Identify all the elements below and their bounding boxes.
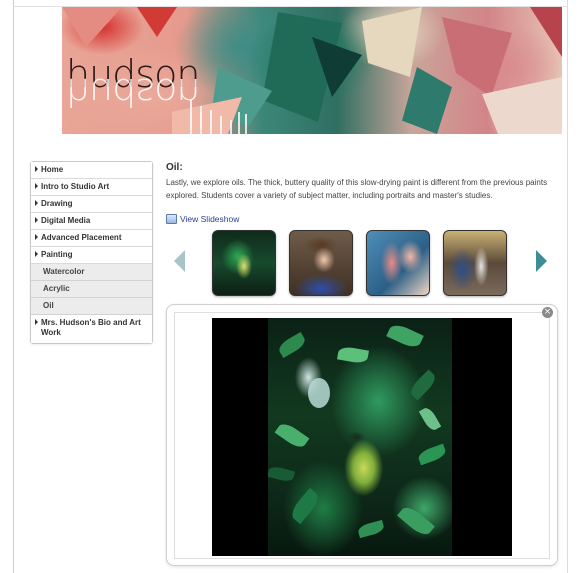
banner-decor xyxy=(190,100,192,134)
view-slideshow-label: View Slideshow xyxy=(180,214,240,224)
close-icon[interactable]: × xyxy=(542,307,553,318)
nav-item-label: Home xyxy=(41,165,64,174)
nav-subitem-label: Acrylic xyxy=(43,284,70,293)
nav-subitem-label: Watercolor xyxy=(43,267,85,276)
oil-painting-green-portrait xyxy=(268,318,452,556)
site-banner: hudson hudson xyxy=(62,7,562,134)
page-border-right xyxy=(567,0,568,573)
banner-title-reflection: hudson xyxy=(66,70,200,114)
nav-item-painting[interactable]: Painting xyxy=(31,247,152,264)
caret-right-icon xyxy=(35,166,38,172)
caret-right-icon xyxy=(35,234,38,240)
thumbnail-child-portrait[interactable] xyxy=(289,230,353,296)
thumbnail-figure-study[interactable] xyxy=(443,230,507,296)
banner-decor xyxy=(200,106,202,134)
nav-item-intro-studio-art[interactable]: Intro to Studio Art xyxy=(31,179,152,196)
nav-item-bio-art-work[interactable]: Mrs. Hudson's Bio and Art Work xyxy=(31,315,152,343)
nav-item-home[interactable]: Home xyxy=(31,162,152,179)
nav-item-label: Digital Media xyxy=(41,216,91,225)
nav-subitem-oil[interactable]: Oil xyxy=(31,298,152,315)
page-title: Oil: xyxy=(166,162,183,173)
thumbnail-green-foliage-portrait[interactable] xyxy=(212,230,276,296)
nav-item-advanced-placement[interactable]: Advanced Placement xyxy=(31,230,152,247)
caret-right-icon xyxy=(35,217,38,223)
banner-decor xyxy=(210,110,212,134)
banner-decor xyxy=(238,112,240,134)
nav-item-label: Intro to Studio Art xyxy=(41,182,110,191)
nav-subitem-acrylic[interactable]: Acrylic xyxy=(31,281,152,298)
banner-decor xyxy=(245,114,247,134)
page-border-left xyxy=(13,0,14,573)
page-description: Lastly, we explore oils. The thick, butt… xyxy=(166,178,548,200)
banner-decor xyxy=(220,116,222,134)
sidebar-nav: Home Intro to Studio Art Drawing Digital… xyxy=(30,161,153,344)
caret-right-icon xyxy=(35,183,38,189)
caret-right-icon xyxy=(35,200,38,206)
nav-item-digital-media[interactable]: Digital Media xyxy=(31,213,152,230)
nav-item-label: Mrs. Hudson's Bio and Art Work xyxy=(41,318,141,337)
slideshow-icon xyxy=(166,214,177,224)
caret-right-icon xyxy=(35,319,38,325)
arrow-left-icon[interactable] xyxy=(174,250,185,272)
main-image[interactable] xyxy=(212,318,512,556)
nav-item-label: Painting xyxy=(41,250,73,259)
nav-subitem-watercolor[interactable]: Watercolor xyxy=(31,264,152,281)
thumbnail-hand-study[interactable] xyxy=(366,230,430,296)
nav-item-label: Drawing xyxy=(41,199,73,208)
nav-item-label: Advanced Placement xyxy=(41,233,122,242)
nav-item-drawing[interactable]: Drawing xyxy=(31,196,152,213)
caret-right-icon xyxy=(35,251,38,257)
view-slideshow-link[interactable]: View Slideshow xyxy=(166,214,239,224)
arrow-right-icon[interactable] xyxy=(536,250,547,272)
nav-subitem-label: Oil xyxy=(43,301,54,310)
banner-decor xyxy=(230,120,232,134)
